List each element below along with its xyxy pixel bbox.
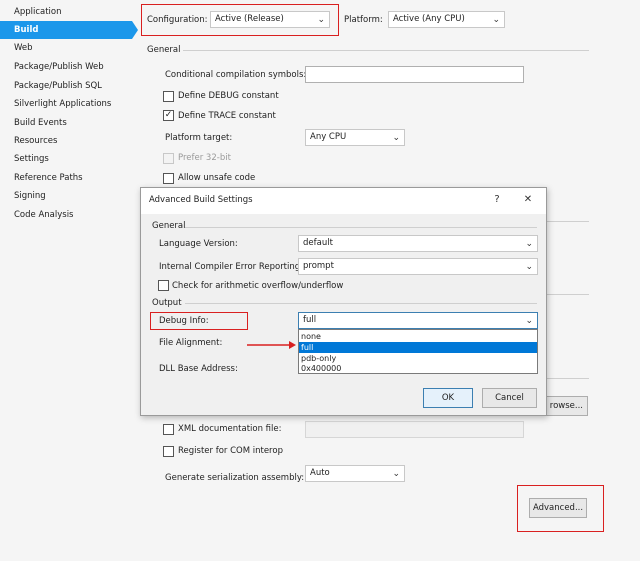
register-com-label: Register for COM interop	[178, 446, 283, 456]
list-option-value[interactable]: 0x400000	[299, 363, 537, 374]
divider	[547, 221, 589, 222]
platform-label: Platform:	[344, 15, 383, 25]
ok-button[interactable]: OK	[423, 388, 473, 408]
sidebar-item-build-events[interactable]: Build Events	[0, 114, 132, 132]
red-arrow-icon	[247, 341, 296, 349]
cancel-button[interactable]: Cancel	[482, 388, 537, 408]
sidebar: Application Build Web Package/Publish We…	[0, 0, 138, 561]
chevron-down-icon: ⌄	[492, 15, 500, 25]
divider	[185, 227, 537, 228]
serialization-value: Auto	[310, 468, 330, 478]
sidebar-item-settings[interactable]: Settings	[0, 150, 132, 168]
xml-doc-checkbox[interactable]	[163, 424, 174, 435]
general-section-title: General	[147, 45, 181, 55]
allow-unsafe-checkbox[interactable]	[163, 173, 174, 184]
sidebar-item-application[interactable]: Application	[0, 3, 132, 21]
conditional-symbols-label: Conditional compilation symbols:	[165, 70, 307, 80]
sidebar-item-reference-paths[interactable]: Reference Paths	[0, 169, 132, 187]
debug-info-highlight	[150, 312, 248, 330]
chevron-down-icon: ⌄	[525, 239, 533, 249]
divider	[547, 294, 589, 295]
sidebar-item-build[interactable]: Build	[0, 21, 132, 39]
allow-unsafe-label: Allow unsafe code	[178, 173, 256, 183]
dll-base-address-label: DLL Base Address:	[159, 364, 238, 374]
platform-select[interactable]: Active (Any CPU) ⌄	[388, 11, 505, 28]
dialog-title: Advanced Build Settings	[149, 195, 253, 205]
prefer-32bit-label: Prefer 32-bit	[178, 153, 231, 163]
advanced-highlight	[517, 485, 604, 532]
debug-info-select[interactable]: full ⌄	[298, 312, 538, 329]
advanced-build-settings-dialog: Advanced Build Settings ? ✕	[140, 187, 547, 416]
overflow-label: Check for arithmetic overflow/underflow	[172, 281, 344, 291]
ice-reporting-label: Internal Compiler Error Reporting:	[159, 262, 304, 272]
sidebar-item-package-publish-web[interactable]: Package/Publish Web	[0, 58, 132, 76]
platform-value: Active (Any CPU)	[393, 14, 465, 24]
dialog-output-title: Output	[152, 298, 182, 308]
configuration-highlight	[141, 4, 339, 36]
divider	[185, 303, 537, 304]
overflow-checkbox[interactable]	[158, 280, 169, 291]
chevron-down-icon: ⌄	[525, 316, 533, 326]
platform-target-value: Any CPU	[310, 132, 347, 142]
ice-reporting-value: prompt	[303, 261, 334, 271]
sidebar-item-silverlight-applications[interactable]: Silverlight Applications	[0, 95, 132, 113]
serialization-label: Generate serialization assembly:	[165, 473, 305, 483]
register-com-checkbox[interactable]	[163, 446, 174, 457]
sidebar-item-code-analysis[interactable]: Code Analysis	[0, 206, 132, 224]
chevron-down-icon: ⌄	[392, 469, 400, 479]
sidebar-item-resources[interactable]: Resources	[0, 132, 132, 150]
platform-target-label: Platform target:	[165, 133, 233, 143]
ice-reporting-select[interactable]: prompt ⌄	[298, 258, 538, 275]
conditional-symbols-input[interactable]	[305, 66, 524, 83]
language-version-select[interactable]: default ⌄	[298, 235, 538, 252]
prefer-32bit-checkbox[interactable]	[163, 153, 174, 164]
define-trace-label: Define TRACE constant	[178, 111, 276, 121]
sidebar-item-web[interactable]: Web	[0, 39, 132, 57]
language-version-label: Language Version:	[159, 239, 238, 249]
debug-info-dropdown-list: none full pdb-only 0x400000	[298, 329, 538, 374]
sidebar-item-signing[interactable]: Signing	[0, 187, 132, 205]
debug-info-value: full	[303, 315, 317, 325]
dialog-titlebar: Advanced Build Settings ? ✕	[141, 188, 546, 214]
close-icon[interactable]: ✕	[521, 193, 535, 207]
list-option-none[interactable]: none	[299, 331, 537, 342]
platform-target-select[interactable]: Any CPU ⌄	[305, 129, 405, 146]
dialog-general-title: General	[152, 221, 186, 231]
xml-doc-label: XML documentation file:	[178, 424, 282, 434]
file-alignment-label: File Alignment:	[159, 338, 223, 348]
active-indicator	[132, 21, 138, 39]
serialization-select[interactable]: Auto ⌄	[305, 465, 405, 482]
sidebar-item-package-publish-sql[interactable]: Package/Publish SQL	[0, 77, 132, 95]
list-option-full[interactable]: full	[299, 342, 537, 353]
language-version-value: default	[303, 238, 333, 248]
help-icon[interactable]: ?	[490, 193, 504, 207]
divider	[183, 50, 589, 51]
chevron-down-icon: ⌄	[392, 133, 400, 143]
define-trace-checkbox[interactable]: ✓	[163, 110, 174, 121]
chevron-down-icon: ⌄	[525, 262, 533, 272]
define-debug-checkbox[interactable]	[163, 91, 174, 102]
define-debug-label: Define DEBUG constant	[178, 91, 279, 101]
xml-doc-input[interactable]	[305, 421, 524, 438]
divider	[547, 378, 589, 379]
